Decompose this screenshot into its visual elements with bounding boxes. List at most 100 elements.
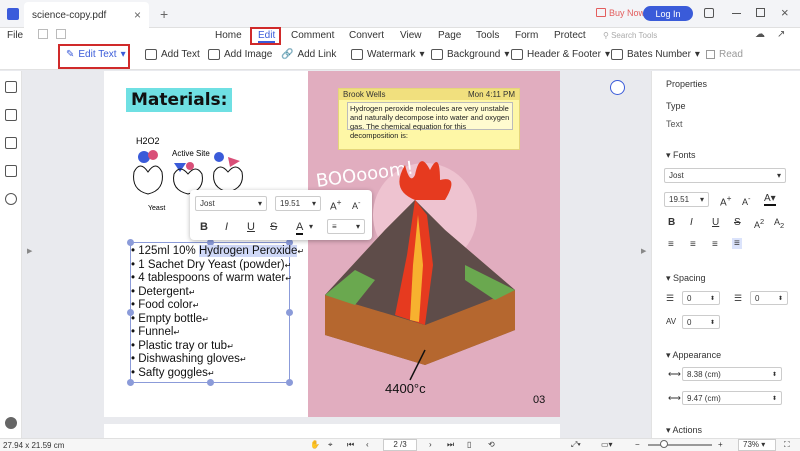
align-center-icon[interactable]: ≡ [690,239,696,250]
add-image-button[interactable]: Add Image [208,49,272,60]
minimize-icon[interactable] [732,13,741,14]
fullscreen-icon[interactable]: ⛶ [784,440,790,450]
app-logo-icon [7,8,19,20]
menu-home[interactable]: Home [215,30,242,41]
header-footer-icon [511,49,523,60]
share-icon[interactable]: ↗ [777,29,785,40]
actions-section[interactable]: ▾ Actions [666,425,702,436]
maximize-icon[interactable] [756,8,765,17]
italic-icon[interactable]: I [225,221,228,233]
help-icon[interactable] [5,417,17,429]
resize-handle[interactable] [207,379,214,386]
new-tab-icon[interactable]: + [160,6,168,22]
thumbnails-icon[interactable] [5,81,17,93]
collapse-right-icon[interactable]: ▶ [641,247,646,255]
close-tab-icon[interactable]: × [134,8,141,22]
search-icon[interactable] [5,193,17,205]
strikethrough-icon[interactable]: S [270,221,277,233]
menu-comment[interactable]: Comment [291,30,334,41]
increase-font-icon[interactable]: A+ [720,193,732,208]
sticky-note[interactable]: Brook Wells Mon 4:11 PM Hydrogen peroxide… [338,88,520,150]
chevron-down-icon[interactable]: ▾ [309,222,313,231]
hand-tool-icon[interactable]: ✋ [310,440,320,449]
checkbox-icon [706,50,715,59]
collapse-left-icon[interactable]: ▶ [27,247,32,255]
underline-icon[interactable]: U [712,217,719,228]
cart-icon[interactable] [596,8,606,17]
zoom-level-select[interactable]: 73% ▾ [738,439,776,451]
comment-icon[interactable] [5,137,17,149]
decrease-font-icon[interactable]: A- [742,194,751,207]
rotate-icon[interactable]: ⟲ [488,440,495,449]
add-link-button[interactable]: 🔗 Add Link [281,49,336,60]
menu-page[interactable]: Page [438,30,461,41]
header-footer-button[interactable]: Header & Footer ▾ [511,49,610,60]
materials-list[interactable]: • 125ml 10% Hydrogen Peroxide↵ • 1 Sache… [131,245,304,380]
appearance-section[interactable]: ▾ Appearance [666,350,721,361]
font-family-select[interactable]: Jost ▾ [664,168,786,183]
buy-now-link[interactable]: Buy Now [609,8,645,18]
sync-icon[interactable]: ☁ [755,29,765,40]
next-page-icon[interactable]: › [429,440,432,449]
first-page-icon[interactable]: ⏮ [347,440,354,450]
watermark-button[interactable]: Watermark ▾ [351,49,425,60]
underline-icon[interactable]: U [247,221,255,233]
close-window-icon[interactable]: × [781,5,789,20]
bold-icon[interactable]: B [668,217,675,228]
spacing-section[interactable]: ▾ Spacing [666,273,706,284]
zoom-slider[interactable] [648,444,712,446]
text-color-icon[interactable]: A▾ [764,193,776,206]
last-page-icon[interactable]: ⏭ [447,440,454,450]
select-tool-icon[interactable]: ⌖ [328,440,333,450]
text-color-icon[interactable]: A [296,221,304,235]
menu-view[interactable]: View [400,30,422,41]
menu-convert[interactable]: Convert [349,30,384,41]
bates-number-button[interactable]: Bates Number ▾ [611,49,700,60]
feedback-icon[interactable] [704,8,714,18]
fit-page-icon[interactable]: ⤢▾ [571,440,581,450]
strikethrough-icon[interactable]: S [734,217,741,228]
print-icon[interactable] [56,29,66,39]
italic-icon[interactable]: I [690,217,693,228]
resize-handle[interactable] [286,379,293,386]
page-layout-icon[interactable]: ▭▾ [601,440,613,449]
list-item: • Empty bottle↵ [131,312,209,325]
login-button[interactable]: Log In [643,6,693,21]
page-number-input[interactable]: 2 /3 [383,439,417,451]
zoom-in-icon[interactable]: + [718,440,723,449]
align-justify-icon[interactable]: ≡ [732,238,742,249]
note-text[interactable]: Hydrogen peroxide molecules are very uns… [347,102,513,140]
align-right-icon[interactable]: ≡ [712,239,718,250]
menu-tools[interactable]: Tools [476,30,499,41]
ai-translate-icon[interactable] [610,80,625,95]
font-select[interactable]: Jost ▾ [195,196,267,211]
zoom-slider-thumb[interactable] [660,440,668,448]
menu-protect[interactable]: Protect [554,30,586,41]
single-page-icon[interactable]: ▯ [467,440,471,449]
prev-page-icon[interactable]: ‹ [366,440,369,449]
bookmark-icon[interactable] [5,109,17,121]
superscript-icon[interactable]: A2 [754,217,764,230]
subscript-icon[interactable]: A2 [774,217,784,230]
undo-icon[interactable] [38,29,48,39]
background-button[interactable]: Background ▾ [431,49,509,60]
attachment-icon[interactable] [5,165,17,177]
character-spacing-field[interactable]: 0 ⬍ [682,315,720,329]
menu-file[interactable]: File [7,30,23,41]
bold-icon[interactable]: B [200,221,208,233]
read-toggle[interactable]: Read [706,49,743,60]
search-tools[interactable]: ⚲ Search Tools [603,31,657,40]
width-field[interactable]: 8.38 (cm) ⬍ [682,367,782,381]
paragraph-spacing-field[interactable]: 0 ⬍ [750,291,788,305]
align-left-icon[interactable]: ≡ [668,239,674,250]
zoom-out-icon[interactable]: − [635,440,640,449]
resize-handle[interactable] [127,379,134,386]
add-text-button[interactable]: Add Text [145,49,200,60]
height-field[interactable]: 9.47 (cm) ⬍ [682,391,782,405]
fonts-section[interactable]: ▾ Fonts [666,150,696,161]
materials-heading[interactable]: Materials: [126,88,233,112]
line-spacing-field[interactable]: 0 ⬍ [682,291,720,305]
font-size-field[interactable]: 19.51 ▾ [664,192,709,207]
menu-form[interactable]: Form [515,30,538,41]
document-tab[interactable]: science-copy.pdf × [24,2,149,28]
